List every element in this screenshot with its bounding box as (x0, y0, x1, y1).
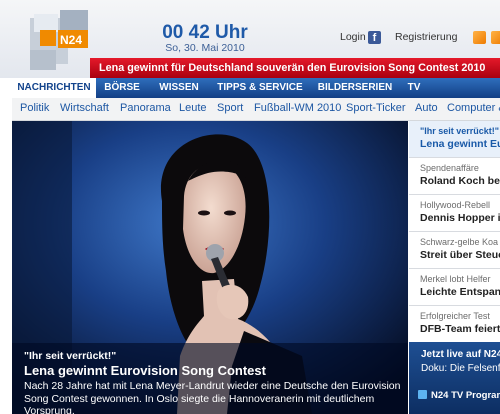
story-kicker: Hollywood-Rebell (420, 200, 491, 210)
list-item[interactable]: "Ihr seit verrückt!" Lena gewinnt Eu (409, 121, 500, 158)
nav-boerse[interactable]: BÖRSE (100, 78, 144, 98)
hero-headline[interactable]: Lena gewinnt Eurovision Song Contest (24, 363, 266, 378)
nav-wissen[interactable]: WISSEN (154, 78, 204, 98)
subnav-sport[interactable]: Sport (217, 102, 243, 114)
ticker-text: Lena gewinnt für Deutschland souverän de… (99, 62, 486, 74)
story-kicker: Schwarz-gelbe Koa (420, 237, 499, 247)
current-date: So, 30. Mai 2010 (165, 42, 245, 54)
subnav-computer[interactable]: Computer & (447, 102, 500, 114)
live-tv-title: Jetzt live auf N24 (421, 349, 500, 360)
subnav-politik[interactable]: Politik (20, 102, 49, 114)
n24-logo[interactable]: N24 (24, 4, 94, 76)
sub-nav: Politik Wirtschaft Panorama Leute Sport … (12, 98, 500, 121)
nav-tipps-service[interactable]: TIPPS & SERVICE (214, 78, 306, 98)
subnav-sport-ticker[interactable]: Sport-Ticker (346, 102, 406, 114)
register-link[interactable]: Registrierung (395, 31, 457, 43)
story-headline: DFB-Team feiert S (420, 323, 500, 335)
hero-caption: "Ihr seit verrückt!" Lena gewinnt Eurovi… (12, 343, 408, 414)
tv-icon (418, 390, 427, 399)
subnav-leute[interactable]: Leute (179, 102, 207, 114)
utility-links: Login f Registrierung (330, 31, 500, 47)
nav-tv[interactable]: TV (402, 78, 426, 98)
story-headline: Roland Koch bes (420, 175, 500, 187)
live-tv-description: Doku: Die Felsenf (421, 363, 500, 374)
subnav-wirtschaft[interactable]: Wirtschaft (60, 102, 109, 114)
list-item[interactable]: Schwarz-gelbe Koa Streit über Steuer (409, 232, 500, 269)
story-kicker: "Ihr seit verrückt!" (420, 126, 500, 136)
list-item[interactable]: Merkel lobt Helfer Leichte Entspann (409, 269, 500, 306)
rss-icon[interactable] (473, 31, 486, 44)
story-headline: Dennis Hopper is (420, 212, 500, 224)
nav-bilderserien[interactable]: BILDERSERIEN (314, 78, 396, 98)
subnav-panorama[interactable]: Panorama (120, 102, 171, 114)
current-time: 00 42 Uhr (162, 22, 248, 43)
clock: 00 42 Uhr So, 30. Mai 2010 (150, 22, 260, 55)
hero-kicker: "Ihr seit verrückt!" (24, 350, 117, 362)
tv-program-label: N24 TV Program (431, 390, 500, 401)
story-kicker: Merkel lobt Helfer (420, 274, 491, 284)
headline-list: "Ihr seit verrückt!" Lena gewinnt Eu Spe… (409, 121, 500, 414)
hero-teaser[interactable]: "Ihr seit verrückt!" Lena gewinnt Eurovi… (12, 121, 408, 414)
subnav-auto[interactable]: Auto (415, 102, 438, 114)
story-headline: Leichte Entspann (420, 286, 500, 298)
main-nav: NACHRICHTEN BÖRSE WISSEN TIPPS & SERVICE… (12, 78, 500, 98)
tv-program-link[interactable]: N24 TV Program (418, 390, 500, 401)
subnav-wm-2010[interactable]: Fußball-WM 2010 (254, 102, 341, 114)
logo-text: N24 (60, 33, 82, 47)
list-item[interactable]: Hollywood-Rebell Dennis Hopper is (409, 195, 500, 232)
news-ticker[interactable]: Lena gewinnt für Deutschland souverän de… (90, 58, 500, 78)
live-tv-box[interactable]: Jetzt live auf N24 Doku: Die Felsenf N24… (409, 342, 500, 414)
nav-nachrichten[interactable]: NACHRICHTEN (12, 78, 96, 98)
story-kicker: Spendenaffäre (420, 163, 479, 173)
story-headline: Lena gewinnt Eu (420, 138, 500, 150)
hero-teaser-text: Nach 28 Jahre hat mit Lena Meyer-Landrut… (24, 380, 401, 414)
rss-feed-icon[interactable] (491, 31, 500, 44)
story-headline: Streit über Steuer (420, 249, 500, 261)
list-item[interactable]: Erfolgreicher Test DFB-Team feiert S (409, 306, 500, 343)
site-header: N24 00 42 Uhr So, 30. Mai 2010 Login f R… (0, 0, 500, 78)
facebook-icon[interactable]: f (368, 31, 381, 44)
list-item[interactable]: Spendenaffäre Roland Koch bes (409, 158, 500, 195)
login-link[interactable]: Login (340, 31, 366, 43)
story-kicker: Erfolgreicher Test (420, 311, 490, 321)
